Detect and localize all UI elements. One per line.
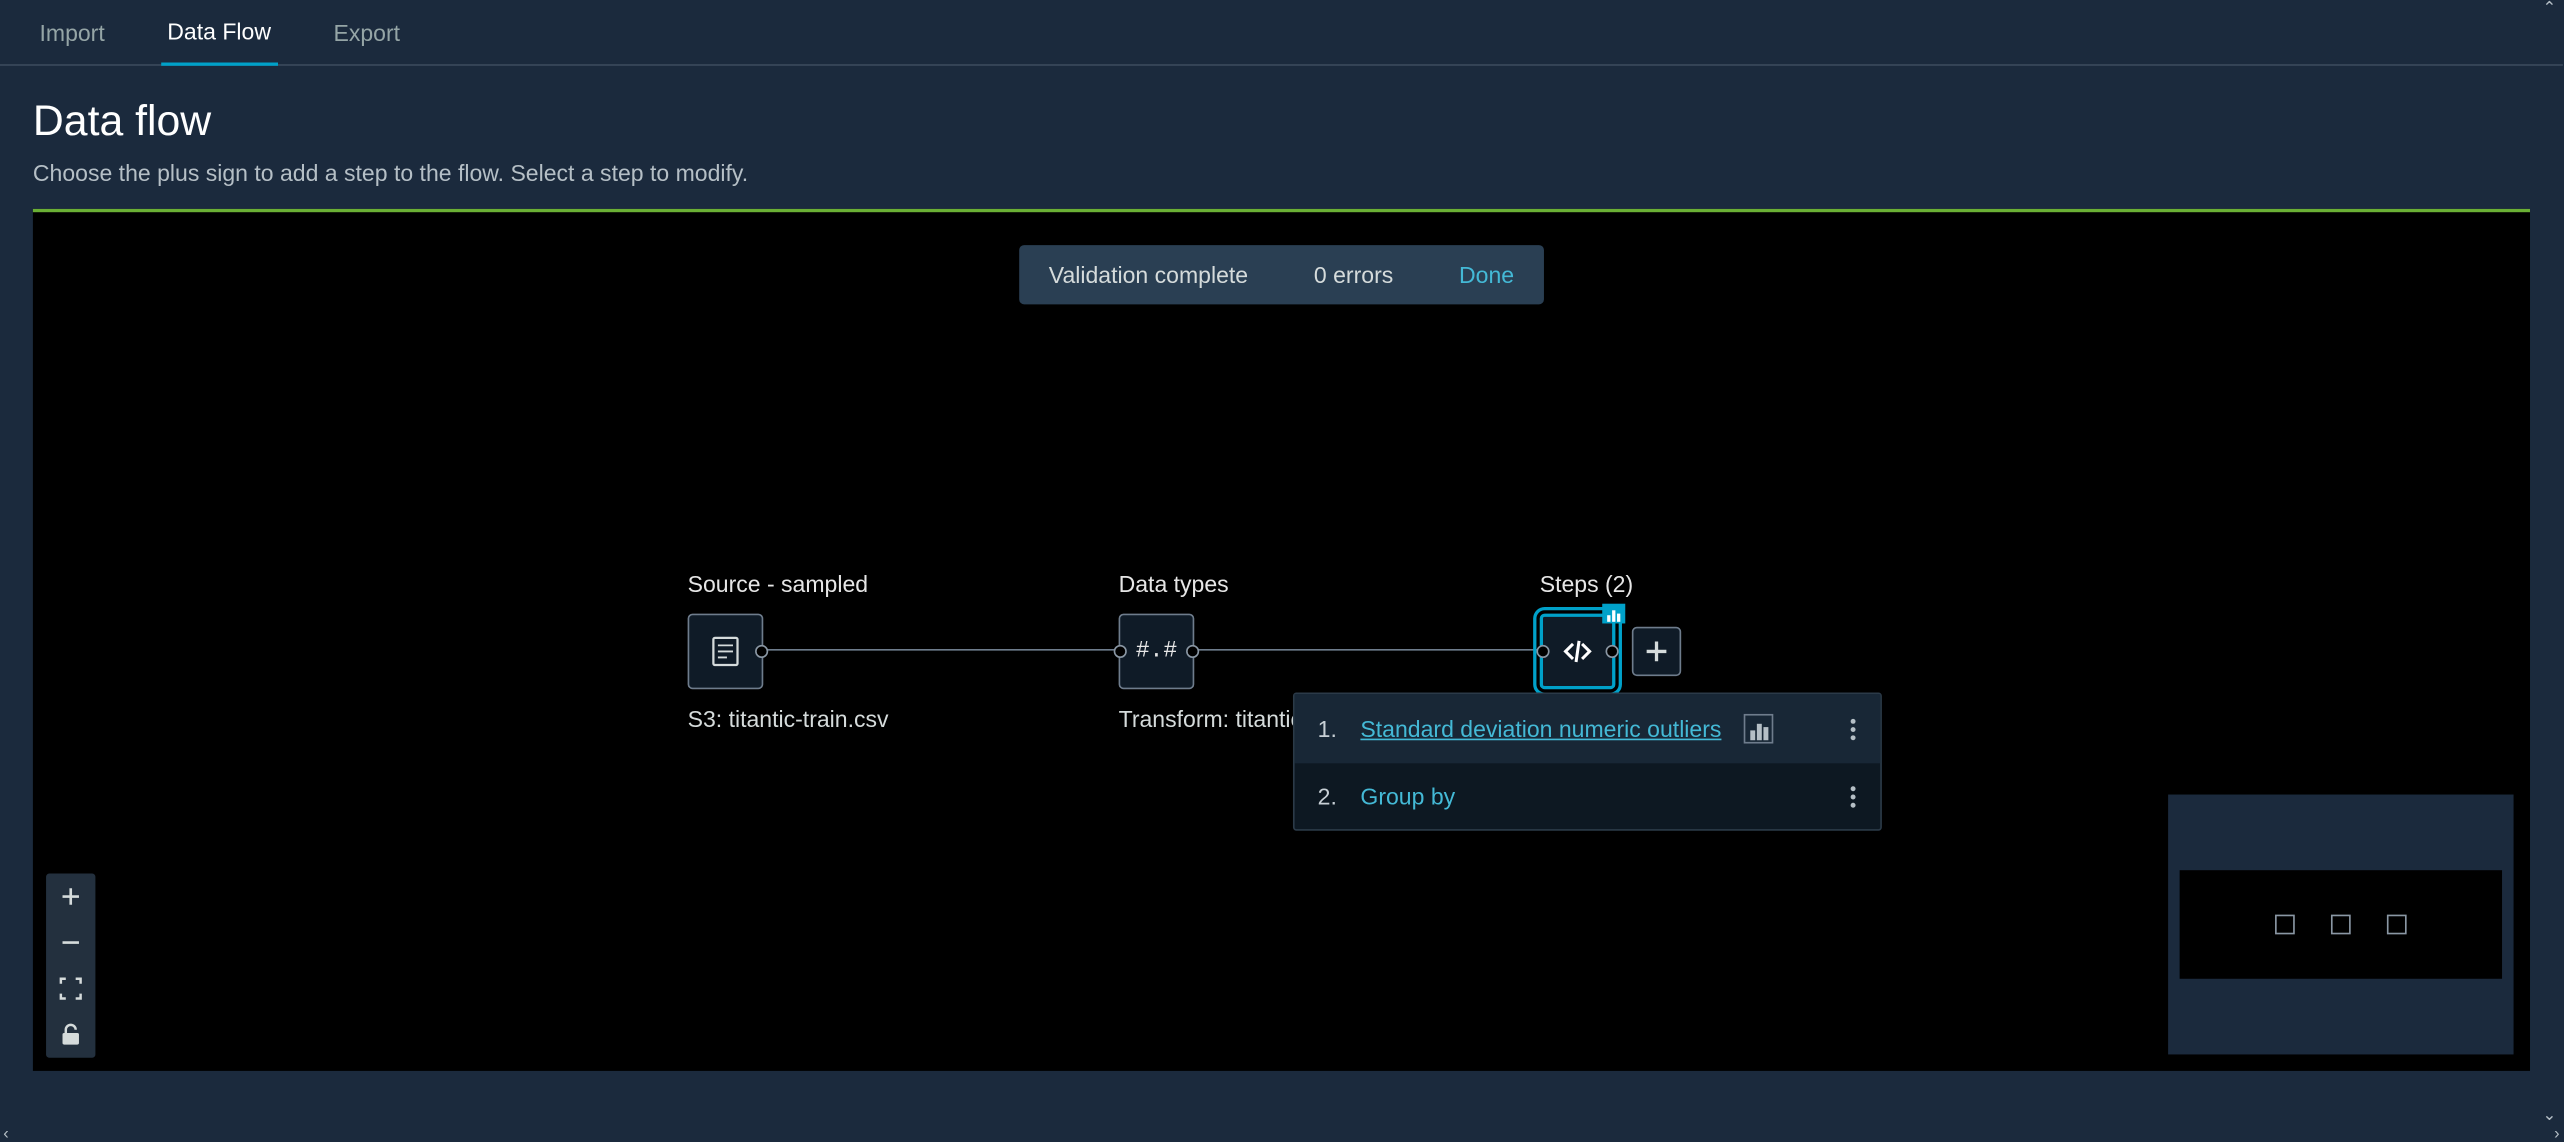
node-data-types-caption: Transform: titantic — [1119, 706, 1302, 732]
chevron-down-icon[interactable]: ⌄ — [2543, 1107, 2557, 1125]
lock-icon — [61, 1023, 81, 1046]
step-row-2[interactable]: 2. Group by — [1295, 763, 1881, 829]
minimap-node — [2331, 915, 2351, 935]
node-source[interactable]: Source - sampled S3: titantic-train.csv — [688, 571, 889, 732]
bar-chart-icon[interactable] — [1744, 714, 1774, 744]
chevron-up-icon[interactable]: ⌃ — [2543, 0, 2557, 18]
minimap-node — [2387, 915, 2407, 935]
tab-bar: Import Data Flow Export — [0, 0, 2563, 66]
validation-errors: 0 errors — [1314, 262, 1393, 288]
tab-import-label: Import — [39, 19, 104, 45]
step-row-1[interactable]: 1. Standard deviation numeric outliers — [1295, 694, 1881, 763]
minimap-viewport — [2180, 870, 2502, 979]
validation-toast: Validation complete 0 errors Done — [1019, 245, 1544, 304]
node-data-types-label: Data types — [1119, 571, 1302, 597]
step-1-number: 1. — [1318, 716, 1348, 742]
file-icon — [707, 633, 743, 669]
node-source-label: Source - sampled — [688, 571, 889, 597]
steps-popup: 1. Standard deviation numeric outliers 2… — [1293, 693, 1882, 831]
tab-export[interactable]: Export — [327, 0, 407, 65]
step-1-link[interactable]: Standard deviation numeric outliers — [1360, 716, 1721, 742]
add-step-button[interactable] — [1632, 627, 1681, 676]
chevron-left-icon[interactable]: ‹ — [3, 1124, 9, 1142]
flow-canvas[interactable]: Validation complete 0 errors Done Source… — [33, 209, 2530, 1071]
page-subtitle: Choose the plus sign to add a step to th… — [33, 160, 2530, 186]
fullscreen-icon — [59, 977, 82, 1000]
step-2-menu-button[interactable] — [1851, 785, 1858, 806]
step-2-number: 2. — [1318, 783, 1348, 809]
tab-export-label: Export — [333, 19, 400, 45]
chart-badge-icon — [1602, 604, 1625, 624]
node-steps-box[interactable] — [1540, 614, 1616, 690]
plus-icon — [1645, 640, 1668, 663]
horizontal-scrollbar[interactable]: ‹ › — [0, 1125, 2563, 1141]
page-header: Data flow Choose the plus sign to add a … — [0, 66, 2563, 209]
node-data-types-box[interactable]: #.# — [1119, 614, 1195, 690]
code-icon — [1559, 633, 1595, 669]
lock-button[interactable] — [46, 1012, 95, 1058]
zoom-in-button[interactable] — [46, 873, 95, 919]
step-1-menu-button[interactable] — [1851, 718, 1858, 739]
node-source-caption: S3: titantic-train.csv — [688, 706, 889, 732]
hash-icon: #.# — [1136, 638, 1177, 664]
step-2-link[interactable]: Group by — [1360, 783, 1455, 809]
chevron-right-icon[interactable]: › — [2554, 1124, 2560, 1142]
node-steps[interactable]: Steps (2) — [1540, 571, 1681, 689]
tab-data-flow[interactable]: Data Flow — [161, 0, 278, 65]
minus-icon — [61, 933, 81, 953]
zoom-fit-button[interactable] — [46, 966, 95, 1012]
validation-done-link[interactable]: Done — [1459, 262, 1514, 288]
minimap-node — [2275, 915, 2295, 935]
tab-import[interactable]: Import — [33, 0, 111, 65]
zoom-controls — [46, 873, 95, 1057]
tab-data-flow-label: Data Flow — [167, 17, 271, 43]
minimap[interactable] — [2168, 795, 2513, 1055]
page-title: Data flow — [33, 95, 2530, 146]
node-data-types[interactable]: Data types #.# Transform: titantic — [1119, 571, 1302, 732]
plus-icon — [61, 887, 81, 907]
node-steps-label: Steps (2) — [1540, 571, 1681, 597]
zoom-out-button[interactable] — [46, 920, 95, 966]
validation-message: Validation complete — [1049, 262, 1248, 288]
node-source-box[interactable] — [688, 614, 764, 690]
